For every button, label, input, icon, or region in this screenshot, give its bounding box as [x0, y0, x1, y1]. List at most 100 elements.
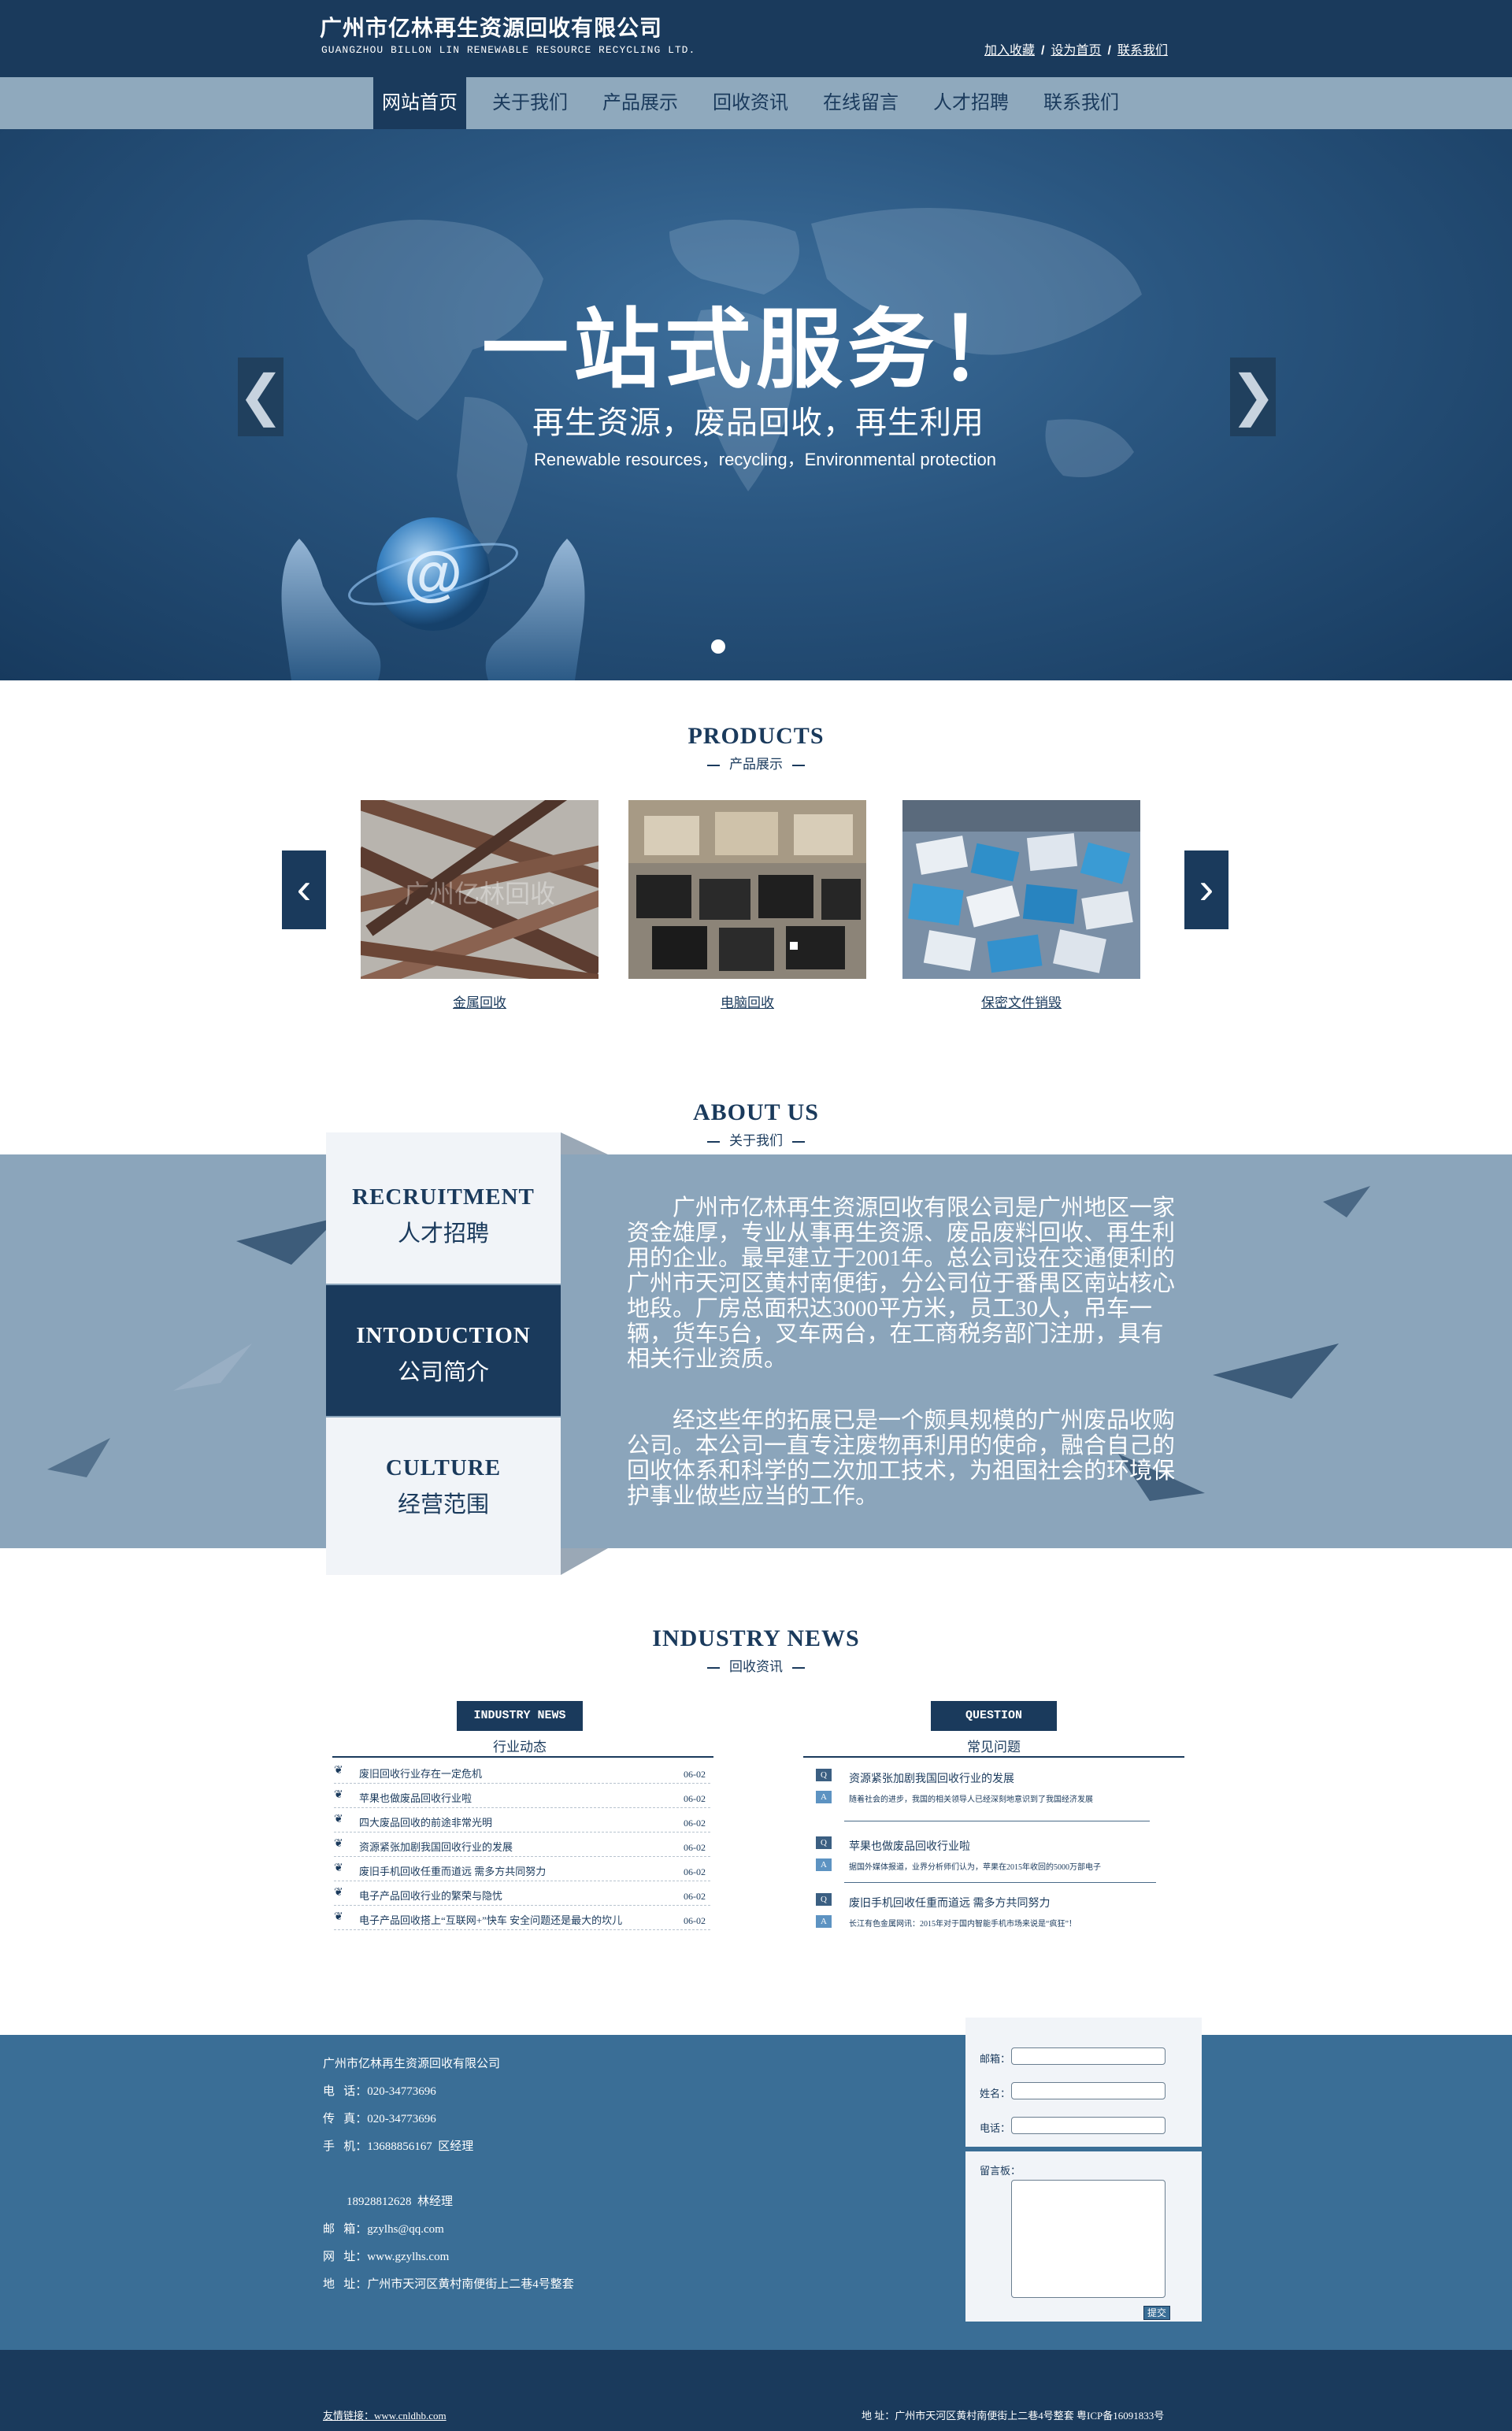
friend-link[interactable]: www.cnldhb.com: [374, 2410, 447, 2422]
leaf-icon: ❦: [334, 1862, 343, 1874]
question-text[interactable]: 废旧手机回收任重而道远 需多方共同努力: [849, 1895, 1051, 1910]
product-caption[interactable]: 保密文件销毁: [902, 991, 1140, 1011]
contact-line: 电 话：020-34773696: [323, 2085, 436, 2098]
nav-item-contact[interactable]: 联系我们: [1035, 77, 1128, 129]
product-card[interactable]: 广州亿林回收 金属回收: [361, 800, 598, 1011]
message-label: 留言板：: [980, 2165, 1021, 2177]
about-title: ABOUT US: [693, 1099, 819, 1125]
qa-item[interactable]: Q 废旧手机回收任重而道远 需多方共同努力 A 长江有色金属网讯：2015年对于国内…: [816, 1893, 1178, 1936]
company-name-en: GUANGZHOU BILLON LIN RENEWABLE RESOURCE …: [321, 44, 696, 56]
email-label: 邮箱：: [980, 2053, 1011, 2065]
leaf-icon: ❦: [334, 1814, 343, 1825]
message-form: 邮箱： 姓名： 电话： 留言板： 提交: [965, 2018, 1202, 2322]
list-item[interactable]: ❦ 废旧回收行业存在一定危机 06-02: [334, 1759, 710, 1784]
answer-icon: A: [816, 1915, 832, 1928]
products-subtitle-text: 产品展示: [729, 757, 783, 772]
news-item-date: 06-02: [684, 1915, 706, 1926]
tab-label-cn: 人才招聘: [397, 1221, 489, 1247]
product-image-metal[interactable]: 广州亿林回收: [361, 800, 598, 979]
product-caption[interactable]: 电脑回收: [628, 991, 866, 1011]
tab-introduction[interactable]: INTODUCTION 公司简介: [326, 1285, 561, 1416]
product-caption[interactable]: 金属回收: [361, 991, 598, 1011]
banner-next-button[interactable]: ❯: [1230, 358, 1277, 436]
add-favorite-link[interactable]: 加入收藏: [984, 44, 1035, 57]
contact-line: [323, 2161, 574, 2188]
product-card[interactable]: 保密文件销毁: [902, 800, 1140, 1011]
contact-us-link[interactable]: 联系我们: [1117, 44, 1168, 57]
set-homepage-link[interactable]: 设为首页: [1051, 44, 1101, 57]
footer-company: 广州市亿林再生资源回收有限公司: [323, 2058, 501, 2070]
news-item-title[interactable]: 资源紧张加剧我国回收行业的发展: [359, 1839, 513, 1854]
question-text[interactable]: 资源紧张加剧我国回收行业的发展: [849, 1770, 1014, 1786]
nav-item-jobs[interactable]: 人才招聘: [925, 77, 1017, 129]
about-paragraph: 广州市亿林再生资源回收有限公司是广州地区一家资金雄厚，专业从事再生资源、废品废料…: [627, 1195, 1176, 1372]
banner-prev-button[interactable]: ❮: [238, 358, 284, 436]
product-image-documents[interactable]: [902, 800, 1140, 979]
leaf-icon: ❦: [334, 1765, 343, 1777]
submit-button[interactable]: 提交: [1143, 2306, 1170, 2320]
banner-subtitle-en: Renewable resources，recycling，Environmen…: [534, 450, 996, 469]
nav-item-products[interactable]: 产品展示: [594, 77, 687, 129]
nav-item-news[interactable]: 回收资讯: [704, 77, 797, 129]
message-textarea[interactable]: [1011, 2180, 1166, 2298]
product-image-computer[interactable]: [628, 800, 866, 979]
paper-plane-graphic: [173, 1343, 252, 1391]
name-field[interactable]: [1011, 2082, 1166, 2099]
list-item[interactable]: ❦ 资源紧张加剧我国回收行业的发展 06-02: [334, 1833, 710, 1857]
tab-label-cn: 经营范围: [397, 1492, 489, 1518]
news-item-title[interactable]: 电子产品回收搭上“互联网+”快车 安全问题还是最大的坎儿: [359, 1912, 622, 1927]
form-fields-panel: 邮箱： 姓名： 电话：: [965, 2018, 1202, 2147]
news-title: INDUSTRY NEWS: [652, 1625, 860, 1651]
news-item-date: 06-02: [684, 1866, 706, 1877]
form-message-panel: 留言板： 提交: [965, 2151, 1202, 2322]
contact-line: 邮 箱：gzylhs@qq.com: [323, 2223, 444, 2236]
tab-recruitment[interactable]: RECRUITMENT 人才招聘: [326, 1132, 561, 1284]
qa-item[interactable]: Q 资源紧张加剧我国回收行业的发展 A 随着社会的进步，我国的相关领导人已经深刻地意…: [816, 1769, 1178, 1811]
answer-text: 长江有色金属网讯：2015年对于国内智能手机市场来说是“疯狂”！: [849, 1920, 1077, 1929]
news-item-title[interactable]: 废旧手机回收任重而道远 需多方共同努力: [359, 1863, 546, 1878]
news-item-date: 06-02: [684, 1793, 706, 1804]
list-item[interactable]: ❦ 废旧手机回收任重而道远 需多方共同努力 06-02: [334, 1857, 710, 1881]
contact-info: 广州市亿林再生资源回收有限公司 电 话：020-34773696 传 真：020…: [323, 2051, 574, 2299]
question-text[interactable]: 苹果也做废品回收行业啦: [849, 1838, 970, 1854]
products-next-button[interactable]: ›: [1184, 850, 1228, 929]
hero-banner: 一站式服务！ 再生资源，废品回收，再生利用 Renewable resource…: [0, 129, 1512, 680]
nav-item-message[interactable]: 在线留言: [814, 77, 907, 129]
friend-links: 友情链接：www.cnldhb.com: [323, 2407, 447, 2422]
news-divider: [332, 1756, 713, 1758]
news-item-title[interactable]: 废旧回收行业存在一定危机: [359, 1766, 482, 1781]
question-icon: Q: [816, 1836, 832, 1849]
question-badge[interactable]: QUESTION: [931, 1701, 1057, 1731]
question-icon: Q: [816, 1893, 832, 1906]
news-item-title[interactable]: 电子产品回收行业的繁荣与隐忧: [359, 1888, 502, 1903]
list-item[interactable]: ❦ 苹果也做废品回收行业啦 06-02: [334, 1784, 710, 1808]
qa-item[interactable]: Q 苹果也做废品回收行业啦 A 据国外媒体报道，业界分析师们认为，苹果在2015年收…: [816, 1836, 1178, 1879]
watermark-text: 广州亿林回收: [404, 880, 555, 908]
list-item[interactable]: ❦ 四大废品回收的前途非常光明 06-02: [334, 1808, 710, 1833]
nav-item-home[interactable]: 网站首页: [373, 77, 466, 129]
question-divider: [803, 1756, 1184, 1758]
company-name-cn[interactable]: 广州市亿林再生资源回收有限公司: [320, 11, 662, 43]
products-prev-button[interactable]: ‹: [282, 850, 326, 929]
banner-title: 一站式服务！: [482, 302, 1030, 398]
news-item-title[interactable]: 四大废品回收的前途非常光明: [359, 1814, 492, 1829]
leaf-icon: ❦: [334, 1838, 343, 1850]
footer: [0, 2035, 1512, 2350]
question-icon: Q: [816, 1769, 832, 1781]
slide-dot[interactable]: [711, 639, 725, 654]
news-item-title[interactable]: 苹果也做废品回收行业啦: [359, 1790, 472, 1805]
list-item[interactable]: ❦ 电子产品回收搭上“互联网+”快车 安全问题还是最大的坎儿 06-02: [334, 1906, 710, 1930]
product-card[interactable]: 电脑回收: [628, 800, 866, 1011]
products-subtitle: 产品展示: [0, 753, 1512, 773]
tab-label-en: CULTURE: [385, 1455, 502, 1480]
nav-item-about[interactable]: 关于我们: [484, 77, 576, 129]
tab-culture[interactable]: CULTURE 经营范围: [326, 1417, 561, 1575]
phone-field[interactable]: [1011, 2117, 1166, 2134]
about-paragraph: 经这些年的拓展已是一个颇具规模的广州废品收购公司。本公司一直专注废物再利用的使命…: [627, 1408, 1176, 1509]
industry-news-sub: 行业动态: [493, 1740, 547, 1755]
about-content: 广州市亿林再生资源回收有限公司是广州地区一家资金雄厚，专业从事再生资源、废品废料…: [627, 1195, 1178, 1545]
list-item[interactable]: ❦ 电子产品回收行业的繁荣与隐忧 06-02: [334, 1881, 710, 1906]
email-field[interactable]: [1011, 2047, 1166, 2065]
industry-news-badge[interactable]: INDUSTRY NEWS: [457, 1701, 583, 1731]
leaf-icon: ❦: [334, 1789, 343, 1801]
